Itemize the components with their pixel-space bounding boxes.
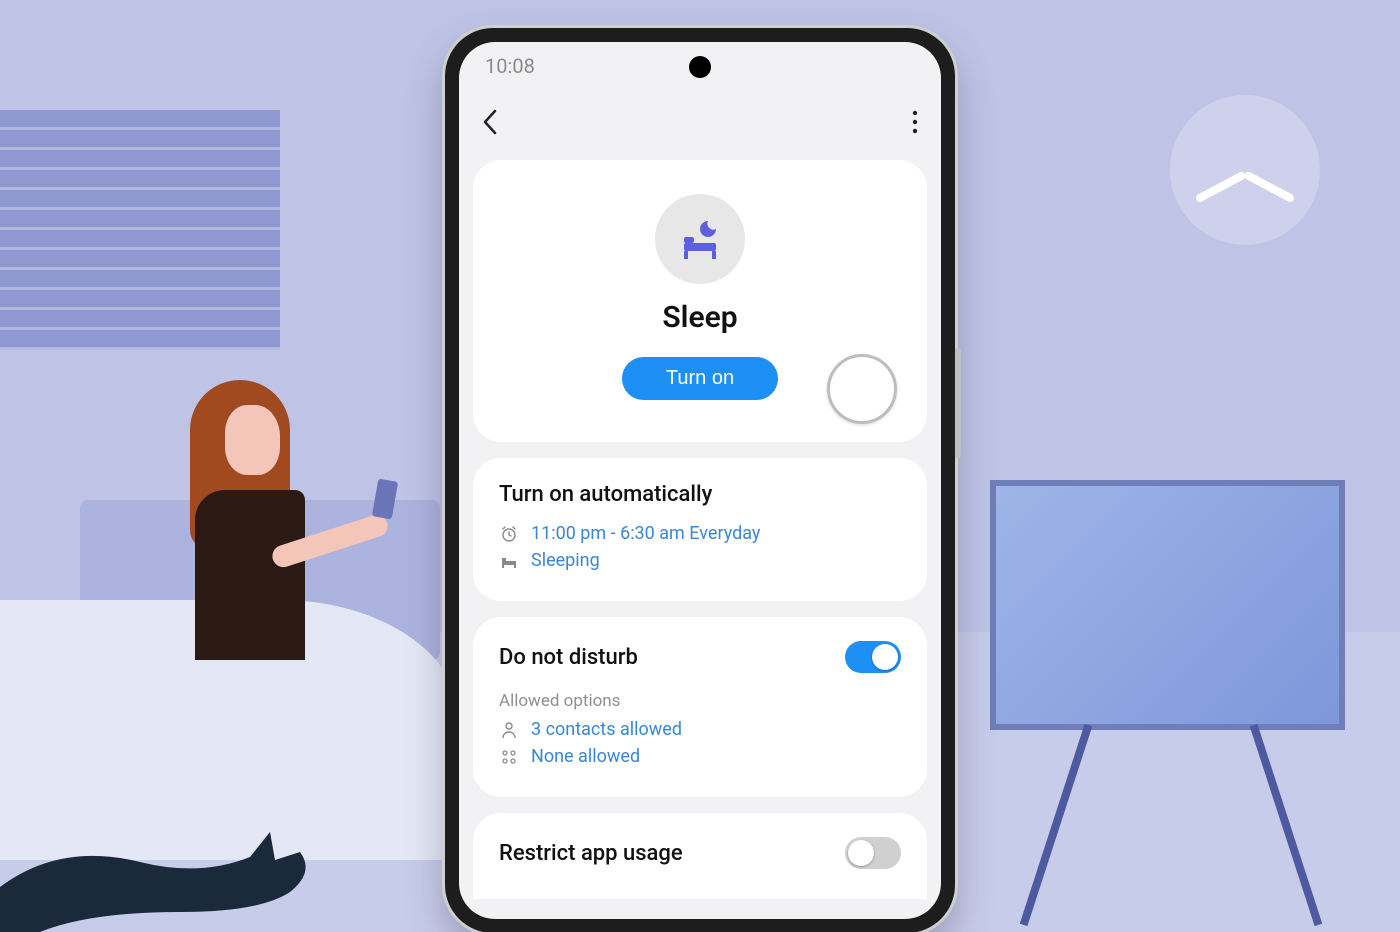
phone-mockup: 10:08 (445, 28, 955, 932)
touch-indicator (827, 354, 897, 424)
bed-moon-icon (655, 194, 745, 284)
back-button[interactable] (481, 108, 499, 136)
dnd-title: Do not disturb (499, 645, 638, 670)
auto-condition-row: Sleeping (499, 550, 901, 571)
bg-wall-clock (1170, 95, 1320, 245)
restrict-toggle[interactable] (845, 837, 901, 869)
auto-title: Turn on automatically (499, 482, 901, 507)
auto-schedule-row: 11:00 pm - 6:30 am Everyday (499, 523, 901, 544)
dnd-section: Do not disturb Allowed options 3 contact… (473, 617, 927, 797)
bg-cat (0, 802, 320, 932)
dnd-contacts-text: 3 contacts allowed (531, 719, 682, 740)
bg-person (150, 380, 400, 680)
dnd-toggle[interactable] (845, 641, 901, 673)
promo-illustration: 10:08 (0, 0, 1400, 932)
bed-small-icon (499, 552, 519, 570)
person-icon (499, 721, 519, 739)
dnd-contacts-row[interactable]: 3 contacts allowed (499, 719, 901, 740)
auto-schedule-text: 11:00 pm - 6:30 am Everyday (531, 523, 760, 544)
restrict-title: Restrict app usage (499, 841, 683, 866)
apps-grid-icon (499, 749, 519, 765)
dnd-allowed-label: Allowed options (499, 691, 901, 711)
auto-condition-text: Sleeping (531, 550, 600, 571)
phone-side-button (955, 348, 961, 458)
app-top-bar (459, 94, 941, 150)
auto-section[interactable]: Turn on automatically 11:00 pm - 6:30 am… (473, 458, 927, 601)
status-time: 10:08 (485, 54, 535, 78)
dnd-apps-text: None allowed (531, 746, 640, 767)
phone-screen: 10:08 (459, 42, 941, 919)
bg-window-blinds (0, 110, 280, 350)
dnd-apps-row[interactable]: None allowed (499, 746, 901, 767)
turn-on-button[interactable]: Turn on (622, 357, 778, 400)
camera-cutout (689, 56, 711, 78)
mode-title: Sleep (473, 300, 927, 335)
more-options-button[interactable] (911, 108, 919, 136)
alarm-icon (499, 525, 519, 543)
restrict-section: Restrict app usage (473, 813, 927, 899)
mode-header-card: Sleep Turn on (473, 160, 927, 442)
bg-tv (990, 480, 1345, 730)
